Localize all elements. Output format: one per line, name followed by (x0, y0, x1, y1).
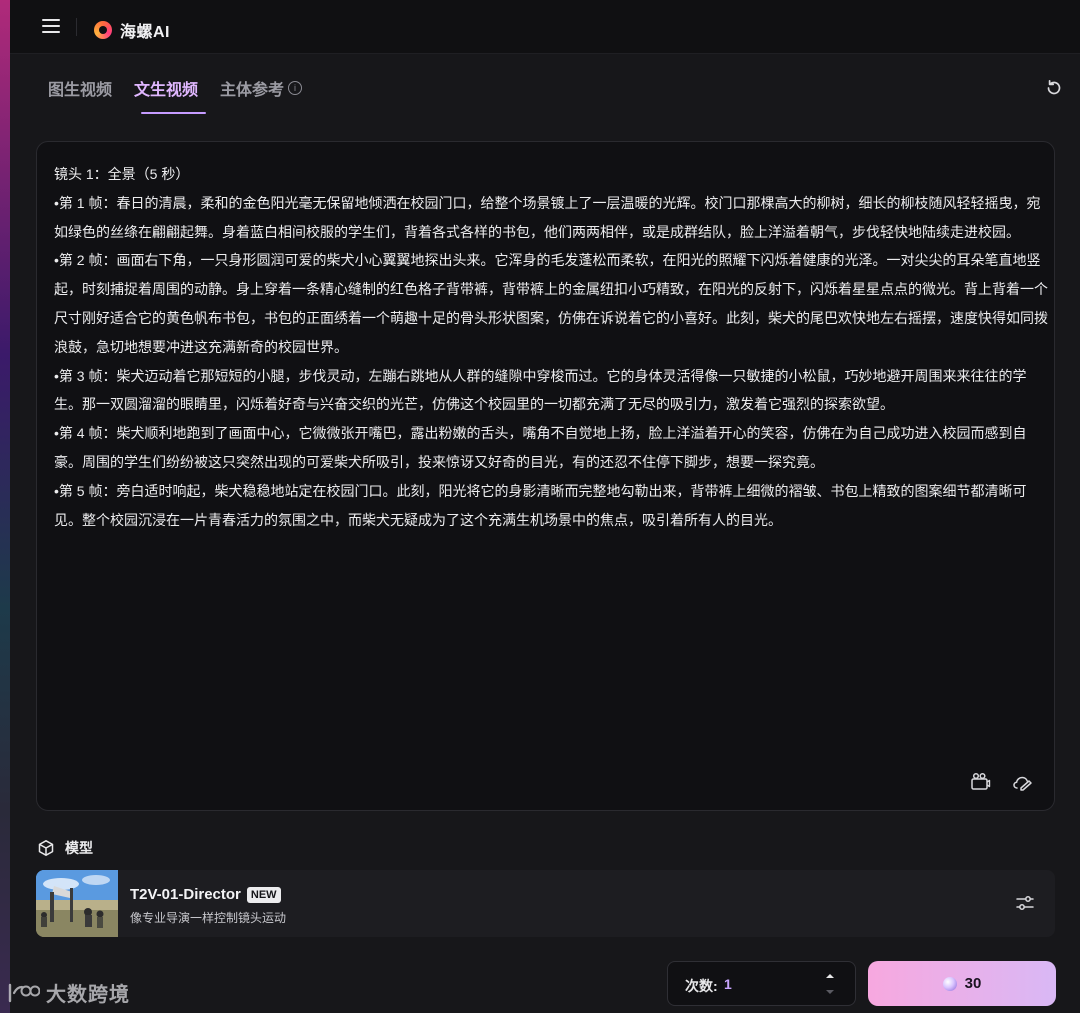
model-section-label: 模型 (65, 840, 93, 856)
app-frame: 海螺AI 图生视频 文生视频 主体参考 i 镜头 1：全景（5 秒） •第 1 … (10, 0, 1080, 1013)
hailuo-logo-icon (94, 21, 112, 39)
prompt-text[interactable]: 镜头 1：全景（5 秒） •第 1 帧：春日的清晨，柔和的金色阳光毫无保留地倾洒… (54, 160, 1048, 534)
prompt-enhance-icon[interactable] (1012, 771, 1034, 793)
tab-subject-reference[interactable]: 主体参考 i (220, 76, 303, 112)
tab-label: 主体参考 (220, 82, 285, 99)
watermark-logo-icon (8, 983, 40, 1002)
generation-count-stepper[interactable]: 次数: 1 (667, 961, 856, 1006)
menu-icon[interactable] (42, 19, 60, 35)
model-name: T2V-01-Director (130, 886, 241, 903)
tab-image-to-video[interactable]: 图生视频 (48, 76, 112, 112)
increment-icon[interactable] (824, 971, 836, 981)
app-logo[interactable]: 海螺AI (94, 18, 170, 42)
tab-label: 图生视频 (48, 82, 113, 99)
mode-tabs: 图生视频 文生视频 主体参考 i (48, 76, 303, 114)
model-section-header: 模型 (37, 838, 93, 858)
generate-button[interactable]: 30 (868, 961, 1056, 1006)
tab-label: 文生视频 (134, 82, 199, 99)
info-icon[interactable]: i (288, 81, 303, 95)
count-value[interactable]: 1 (724, 976, 732, 992)
generate-credits: 30 (964, 975, 982, 992)
cube-icon (38, 840, 54, 856)
watermark: 大数跨境 (0, 978, 130, 1007)
app-name: 海螺AI (120, 24, 171, 41)
prompt-editor[interactable]: 镜头 1：全景（5 秒） •第 1 帧：春日的清晨，柔和的金色阳光毫无保留地倾洒… (36, 141, 1055, 811)
credit-icon (942, 976, 957, 991)
settings-sliders-icon[interactable] (1014, 892, 1036, 914)
refresh-icon[interactable] (1044, 78, 1064, 98)
window-edge-strip (0, 0, 10, 1013)
camera-movement-icon[interactable] (969, 771, 991, 793)
model-selector[interactable]: T2V-01-Director NEW 像专业导演一样控制镜头运动 (36, 870, 1055, 937)
count-label: 次数: (685, 978, 718, 994)
model-name-row: T2V-01-Director NEW (130, 886, 281, 903)
model-thumbnail (36, 870, 118, 937)
topbar-divider (76, 18, 77, 36)
tab-text-to-video[interactable]: 文生视频 (134, 76, 207, 114)
watermark-text: 大数跨境 (46, 984, 130, 1006)
new-badge: NEW (246, 886, 281, 903)
top-bar: 海螺AI (10, 0, 1080, 54)
model-description: 像专业导演一样控制镜头运动 (130, 911, 287, 925)
decrement-icon[interactable] (824, 987, 836, 997)
